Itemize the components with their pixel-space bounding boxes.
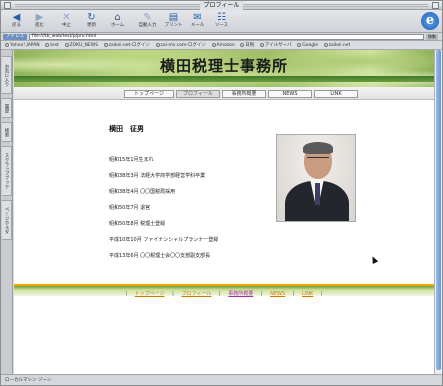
favorite-item[interactable]: Yahoo! JAPAN [5, 41, 40, 49]
forward-button[interactable]: ▶ 進む [29, 11, 50, 32]
history-item: 平成13年6月 〇〇税理士会〇〇支部副支部長 [109, 253, 211, 259]
history-item: 昭和38年4月 〇〇国税局採用 [109, 189, 176, 195]
window-title: プロフィール [199, 1, 244, 10]
back-button[interactable]: ◀ 戻る [6, 11, 27, 32]
bookmark-icon [103, 43, 108, 47]
sidebar-tab-scrapbook[interactable]: スクラップブック [2, 146, 12, 196]
autofill-icon: ✎ [143, 12, 152, 23]
favorite-item[interactable]: zaikei.net-ログイン [103, 41, 150, 49]
history-item: 昭和15年1月生まれ [109, 157, 154, 163]
refresh-icon: ↻ [87, 12, 96, 23]
bookmark-icon [297, 43, 302, 47]
tab-profile[interactable]: プロフィール [176, 90, 220, 98]
stop-button[interactable]: ✕ 中止 [56, 11, 77, 32]
sidebar-tab-page-holder[interactable]: ページホルダ [2, 200, 12, 240]
banner-band [14, 76, 434, 82]
tab-link[interactable]: LINK [314, 90, 358, 98]
source-icon: ☷ [217, 12, 226, 23]
sidebar-tab-favorites[interactable]: お気に入り [2, 56, 12, 94]
header-banner: 横田税理士事務所 [14, 50, 434, 87]
browser-logo-icon: e [421, 12, 439, 30]
history-item: 昭和50年7月 退官 [109, 205, 151, 211]
favorite-item[interactable]: test [45, 41, 59, 49]
bookmark-icon [259, 43, 264, 47]
footer-link-office[interactable]: 事務所概要 [228, 290, 253, 297]
printer-icon: ▤ [168, 12, 179, 23]
stop-icon: ✕ [62, 12, 71, 23]
tab-news[interactable]: NEWS [268, 90, 312, 98]
refresh-button[interactable]: ↻ 更新 [81, 11, 102, 32]
tab-top-page[interactable]: トップページ [124, 90, 174, 98]
footer-link-top[interactable]: トップページ [135, 290, 165, 297]
bookmark-icon [323, 43, 328, 47]
sidebar-tab-search[interactable]: 検索 [2, 122, 12, 142]
favorites-bar: Yahoo! JAPAN test ZOKU_NEWS zaikei.net-ロ… [1, 41, 442, 50]
address-bar: アドレス file:///tb_web/test/p/pro.html 移動 [1, 33, 442, 41]
autofill-button[interactable]: ✎ 自動入力 [137, 11, 158, 32]
close-button[interactable] [4, 2, 11, 9]
profile-name: 横田 征男 [109, 125, 144, 133]
favorite-item[interactable]: 日税 [240, 41, 254, 49]
favorite-item[interactable]: ZOKU_NEWS [64, 41, 98, 49]
profile-photo [276, 134, 356, 222]
browser-window: プロフィール ◀ 戻る ▶ 進む ✕ 中止 ↻ 更新 ⌂ ホーム ✎ 自動入力 ▤ プリント … [0, 0, 443, 386]
explorer-sidebar: お気に入り 履歴 検索 スクラップブック ページホルダ [1, 50, 13, 374]
profile-section: 横田 征男 昭和15年1月生まれ 昭和38年3月 法経大学商学部経営学科卒業 昭… [14, 100, 434, 284]
history-item: 平成10年10月 ファイナンシャルプランナー登録 [109, 237, 219, 243]
history-item: 昭和50年8月 税理士登録 [109, 221, 166, 227]
address-label: アドレス [3, 34, 27, 40]
back-arrow-icon: ◀ [12, 12, 21, 23]
bookmark-icon [5, 43, 9, 47]
bookmark-icon [64, 43, 69, 47]
mail-button[interactable]: ✉ メール [187, 11, 208, 32]
title-bar[interactable]: プロフィール [1, 1, 442, 10]
home-button[interactable]: ⌂ ホーム [107, 11, 128, 32]
footer-link-link[interactable]: LINK [302, 291, 313, 297]
favorite-item[interactable]: Amazon [211, 41, 235, 49]
address-input[interactable]: file:///tb_web/test/p/pro.html [29, 34, 424, 40]
favorite-item[interactable]: zai-ms.com-ログイン [155, 41, 206, 49]
history-item: 昭和38年3月 法経大学商学部経営学科卒業 [109, 173, 206, 179]
footer-link-profile[interactable]: プロフィール [181, 290, 211, 297]
mail-icon: ✉ [193, 12, 202, 23]
tab-office-overview[interactable]: 事務所概要 [222, 90, 266, 98]
status-bar: ローカルマシン ゾーン [1, 374, 442, 385]
forward-arrow-icon: ▶ [35, 12, 44, 23]
favorite-item[interactable]: zaikei.net [323, 41, 350, 49]
mouse-cursor [369, 255, 379, 264]
bookmark-icon [240, 43, 245, 47]
favorite-item[interactable]: Google [297, 41, 318, 49]
footer-nav: | トップページ | プロフィール | 事務所概要 | NEWS | LINK … [125, 290, 323, 297]
print-button[interactable]: ▤ プリント [163, 11, 184, 32]
source-button[interactable]: ☷ ソース [211, 11, 232, 32]
vertical-scrollbar[interactable] [434, 50, 442, 374]
bookmark-icon [45, 43, 50, 47]
footer-link-news[interactable]: NEWS [270, 291, 285, 297]
collapse-button[interactable] [432, 2, 439, 9]
site-nav: トップページ プロフィール 事務所概要 NEWS LINK [14, 87, 434, 100]
sidebar-tab-history[interactable]: 履歴 [2, 98, 12, 118]
firm-name: 横田税理士事務所 [159, 57, 288, 75]
toolbar: ◀ 戻る ▶ 進む ✕ 中止 ↻ 更新 ⌂ ホーム ✎ 自動入力 ▤ プリント ✉ メール ☷ ソ… [1, 10, 442, 33]
bookmark-icon [211, 43, 216, 47]
scroll-thumb[interactable] [436, 50, 441, 370]
page-content: 横田税理士事務所 トップページ プロフィール 事務所概要 NEWS LINK 横… [14, 50, 434, 374]
favorite-item[interactable]: アイルサーバ [259, 41, 292, 49]
bookmark-icon [155, 43, 160, 47]
home-icon: ⌂ [114, 12, 121, 23]
go-button[interactable]: 移動 [426, 34, 438, 40]
